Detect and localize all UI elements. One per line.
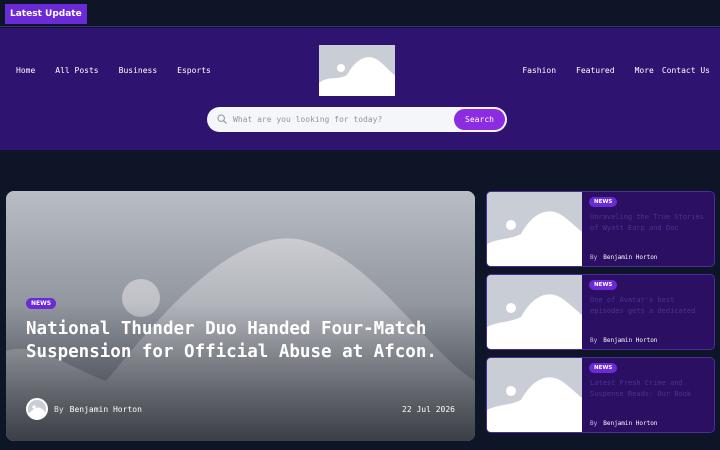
featured-post[interactable]: NEWS National Thunder Duo Handed Four-Ma…	[6, 191, 475, 441]
side-post[interactable]: NEWS Latest Fresh Crime and Suspense Rea…	[486, 357, 715, 433]
post-thumbnail[interactable]	[487, 358, 582, 432]
search-icon	[217, 114, 227, 124]
post-date: 22 Jul 2026	[402, 405, 455, 414]
by-label: By	[590, 420, 598, 427]
byline: By Benjamin Horton	[590, 420, 657, 427]
search-input[interactable]	[233, 107, 448, 132]
latest-update-badge[interactable]: Latest Update	[5, 4, 87, 24]
nav-fashion[interactable]: Fashion	[522, 66, 556, 76]
author-avatar[interactable]	[26, 398, 48, 420]
image-placeholder-icon	[28, 400, 46, 418]
search-button[interactable]: Search	[454, 109, 505, 130]
main-nav-left: Home All Posts Business Esports	[16, 66, 231, 76]
author-name[interactable]: Benjamin Horton	[603, 337, 657, 344]
side-post[interactable]: NEWS Unraveling the True Stories of Wyat…	[486, 191, 715, 267]
byline: By Benjamin Horton	[590, 254, 657, 261]
nav-more[interactable]: More	[635, 66, 654, 76]
byline: By Benjamin Horton	[54, 405, 142, 414]
top-bar: Latest Update	[0, 0, 720, 27]
side-post-title[interactable]: Unraveling the True Stories of Wyatt Ear…	[590, 212, 708, 234]
image-overlay	[6, 191, 475, 441]
image-placeholder-icon	[319, 45, 395, 96]
image-placeholder-icon	[487, 358, 582, 432]
category-tag[interactable]: NEWS	[589, 363, 618, 373]
by-label: By	[590, 254, 598, 261]
nav-featured[interactable]: Featured	[576, 66, 615, 76]
post-thumbnail[interactable]	[487, 275, 582, 349]
main-nav-right: Fashion Featured More Contact Us	[502, 66, 710, 76]
side-post-title[interactable]: Latest Fresh Crime and Suspense Reads: O…	[590, 378, 708, 400]
side-post-title[interactable]: One of Avatar's best episodes gets a ded…	[590, 295, 708, 317]
nav-all-posts[interactable]: All Posts	[55, 66, 98, 76]
by-label: By	[54, 405, 64, 414]
site-logo[interactable]	[319, 45, 395, 96]
nav-home[interactable]: Home	[16, 66, 35, 76]
site-header: Home All Posts Business Esports Fashion …	[0, 28, 720, 150]
featured-title[interactable]: National Thunder Duo Handed Four-Match S…	[26, 318, 466, 364]
author-name[interactable]: Benjamin Horton	[603, 420, 657, 427]
category-tag[interactable]: NEWS	[589, 280, 618, 290]
author-name[interactable]: Benjamin Horton	[70, 405, 142, 414]
side-post[interactable]: NEWS One of Avatar's best episodes gets …	[486, 274, 715, 350]
by-label: By	[590, 337, 598, 344]
nav-esports[interactable]: Esports	[177, 66, 211, 76]
category-tag[interactable]: NEWS	[589, 197, 618, 207]
nav-contact-us[interactable]: Contact Us	[662, 66, 710, 76]
author-name[interactable]: Benjamin Horton	[603, 254, 657, 261]
image-placeholder-icon	[487, 192, 582, 266]
nav-business[interactable]: Business	[119, 66, 158, 76]
category-tag[interactable]: NEWS	[26, 298, 57, 309]
image-placeholder-icon	[487, 275, 582, 349]
byline: By Benjamin Horton	[590, 337, 657, 344]
search-bar: Search	[207, 107, 507, 132]
post-thumbnail[interactable]	[487, 192, 582, 266]
